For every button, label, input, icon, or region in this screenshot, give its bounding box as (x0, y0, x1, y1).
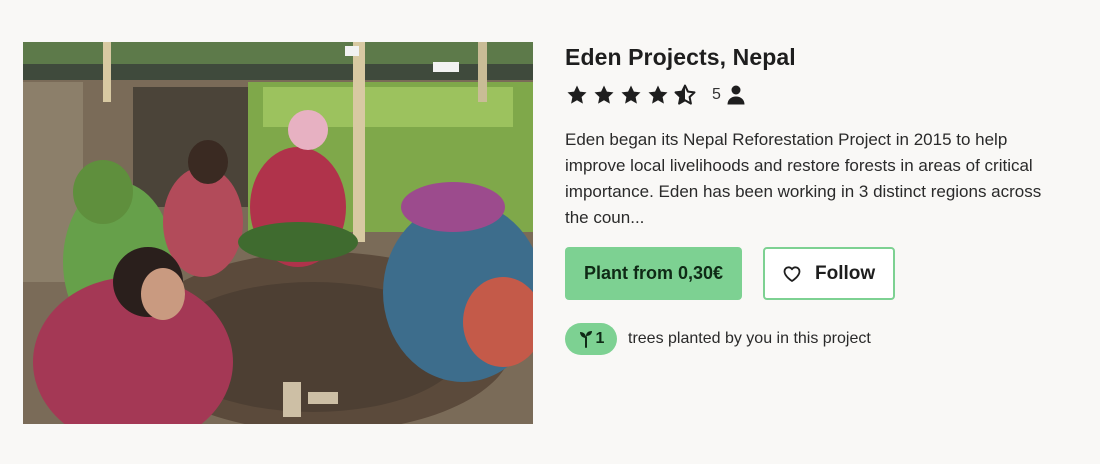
star-icon (648, 85, 668, 104)
half-star-icon (674, 84, 696, 105)
follow-button[interactable]: Follow (763, 247, 896, 300)
project-rating: 5 (565, 83, 1065, 107)
reviewer-count: 5 (712, 86, 721, 103)
plant-button-label: Plant from 0,30€ (584, 263, 724, 283)
follow-button-label: Follow (814, 262, 876, 284)
sapling-icon (579, 331, 592, 348)
project-actions: Plant from 0,30€ Follow (565, 247, 1065, 300)
project-title: Eden Projects, Nepal (565, 44, 796, 70)
star-icon (567, 85, 587, 104)
project-description: Eden began its Nepal Reforestation Proje… (565, 130, 1042, 227)
heart-outline-icon (783, 265, 801, 282)
project-photo (23, 42, 533, 424)
project-photo-illustration (23, 42, 533, 424)
person-icon (727, 85, 745, 105)
trees-planted-count: 1 (595, 330, 605, 347)
project-info: Eden Projects, Nepal 5 Eden began its Ne… (565, 42, 1065, 355)
plant-button[interactable]: Plant from 0,30€ (565, 247, 743, 300)
star-icon (594, 85, 614, 104)
star-icon (621, 85, 641, 104)
trees-planted-text: trees planted by you in this project (628, 330, 871, 347)
trees-planted: 1 trees planted by you in this project (565, 323, 1065, 355)
star-rating (565, 83, 697, 107)
trees-planted-badge: 1 (565, 323, 617, 355)
